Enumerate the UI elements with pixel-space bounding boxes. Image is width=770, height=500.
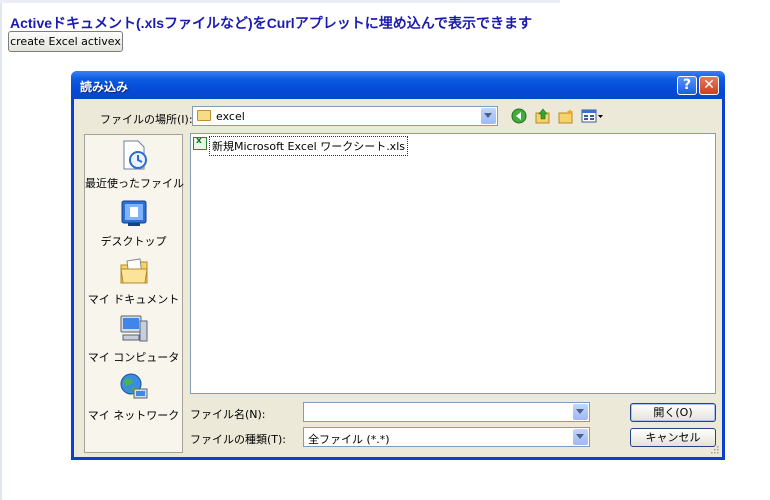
resize-grip-icon[interactable] <box>709 444 719 454</box>
place-my-documents[interactable]: マイ ドキュメント <box>85 255 182 315</box>
filetype-label: ファイルの種類(T): <box>190 433 287 446</box>
my-documents-icon <box>120 258 148 284</box>
filetype-value: 全ファイル (*.*) <box>308 433 390 446</box>
place-label: マイ ドキュメント <box>87 293 180 306</box>
dialog-body: ファイルの場所(I): excel 最近使ったファイル デスクトップ マイ ドキ… <box>74 99 722 457</box>
lookin-value: excel <box>216 110 245 123</box>
place-my-computer[interactable]: マイ コンピュータ <box>85 313 182 373</box>
page-heading: Activeドキュメント(.xlsファイルなど)をCurlアプレットに埋め込んで… <box>10 15 532 31</box>
lookin-select[interactable]: excel <box>192 106 498 126</box>
up-folder-icon[interactable] <box>535 108 551 124</box>
folder-icon <box>197 110 211 121</box>
filetype-select[interactable]: 全ファイル (*.*) <box>303 427 590 447</box>
dialog-titlebar[interactable]: 読み込み ? ✕ <box>71 71 725 99</box>
back-icon[interactable] <box>511 108 527 124</box>
lookin-label: ファイルの場所(I): <box>100 113 193 126</box>
place-desktop[interactable]: デスクトップ <box>85 197 182 257</box>
place-my-network[interactable]: マイ ネットワーク <box>85 371 182 431</box>
view-menu-icon[interactable] <box>581 108 605 124</box>
place-recent[interactable]: 最近使ったファイル <box>85 139 184 199</box>
filename-input[interactable] <box>303 402 590 422</box>
chevron-down-icon[interactable] <box>573 429 588 445</box>
dialog-title: 読み込み <box>80 80 129 94</box>
page-top-strip <box>0 0 560 3</box>
open-button[interactable]: 開く(O) <box>630 403 716 422</box>
close-button[interactable]: ✕ <box>699 76 719 95</box>
place-label: デスクトップ <box>100 235 167 248</box>
recent-documents-icon <box>123 140 147 170</box>
my-network-icon <box>120 373 148 399</box>
places-bar: 最近使ったファイル デスクトップ マイ ドキュメント マイ コンピュータ マイ … <box>84 134 184 453</box>
place-label: 最近使ったファイル <box>85 177 184 190</box>
excel-file-icon <box>193 136 207 150</box>
filename-label: ファイル名(N): <box>190 408 266 421</box>
place-label: マイ コンピュータ <box>87 351 180 364</box>
cancel-button[interactable]: キャンセル <box>630 428 716 447</box>
place-label: マイ ネットワーク <box>87 409 180 422</box>
page-left-border <box>0 0 2 500</box>
create-excel-activex-button[interactable]: create Excel activex <box>8 31 123 52</box>
desktop-icon <box>121 200 147 226</box>
chevron-down-icon[interactable] <box>481 108 496 124</box>
chevron-down-icon[interactable] <box>573 404 588 420</box>
file-list[interactable]: 新規Microsoft Excel ワークシート.xls <box>190 133 716 394</box>
open-file-dialog: 読み込み ? ✕ ファイルの場所(I): excel 最近使ったファイル デスク… <box>71 71 725 460</box>
help-button[interactable]: ? <box>677 76 697 95</box>
file-name: 新規Microsoft Excel ワークシート.xls <box>209 136 408 156</box>
my-computer-icon <box>120 315 148 342</box>
new-folder-icon[interactable] <box>558 108 574 124</box>
